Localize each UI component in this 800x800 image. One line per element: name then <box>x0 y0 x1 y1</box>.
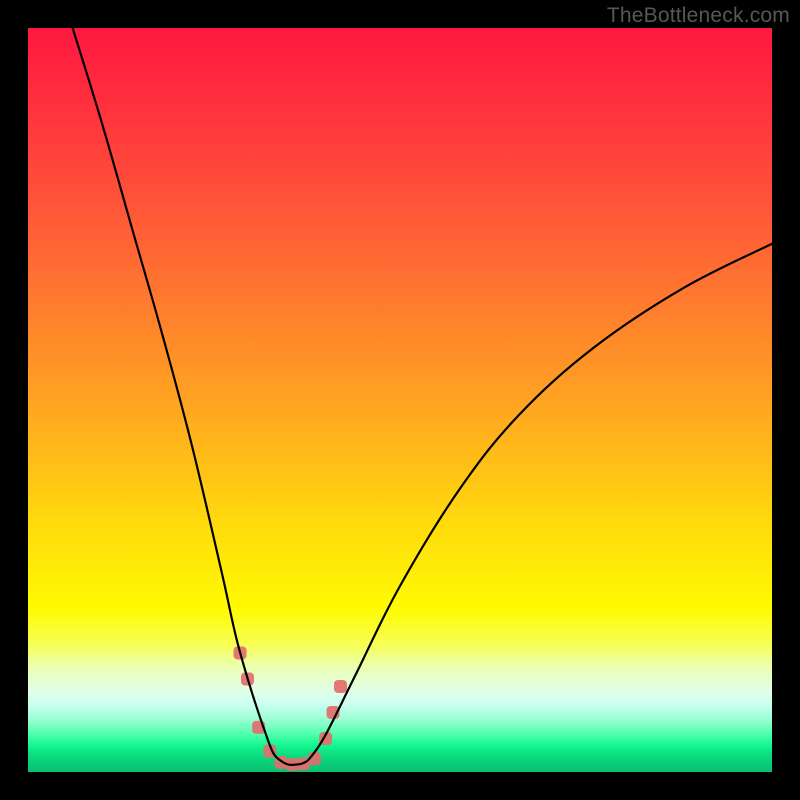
bottleneck-curve <box>73 28 772 765</box>
curve-layer <box>28 28 772 772</box>
marker-group <box>234 646 347 771</box>
watermark-text: TheBottleneck.com <box>607 4 790 28</box>
chart-frame: TheBottleneck.com <box>0 0 800 800</box>
plot-area <box>28 28 772 772</box>
marker-point <box>334 680 347 693</box>
